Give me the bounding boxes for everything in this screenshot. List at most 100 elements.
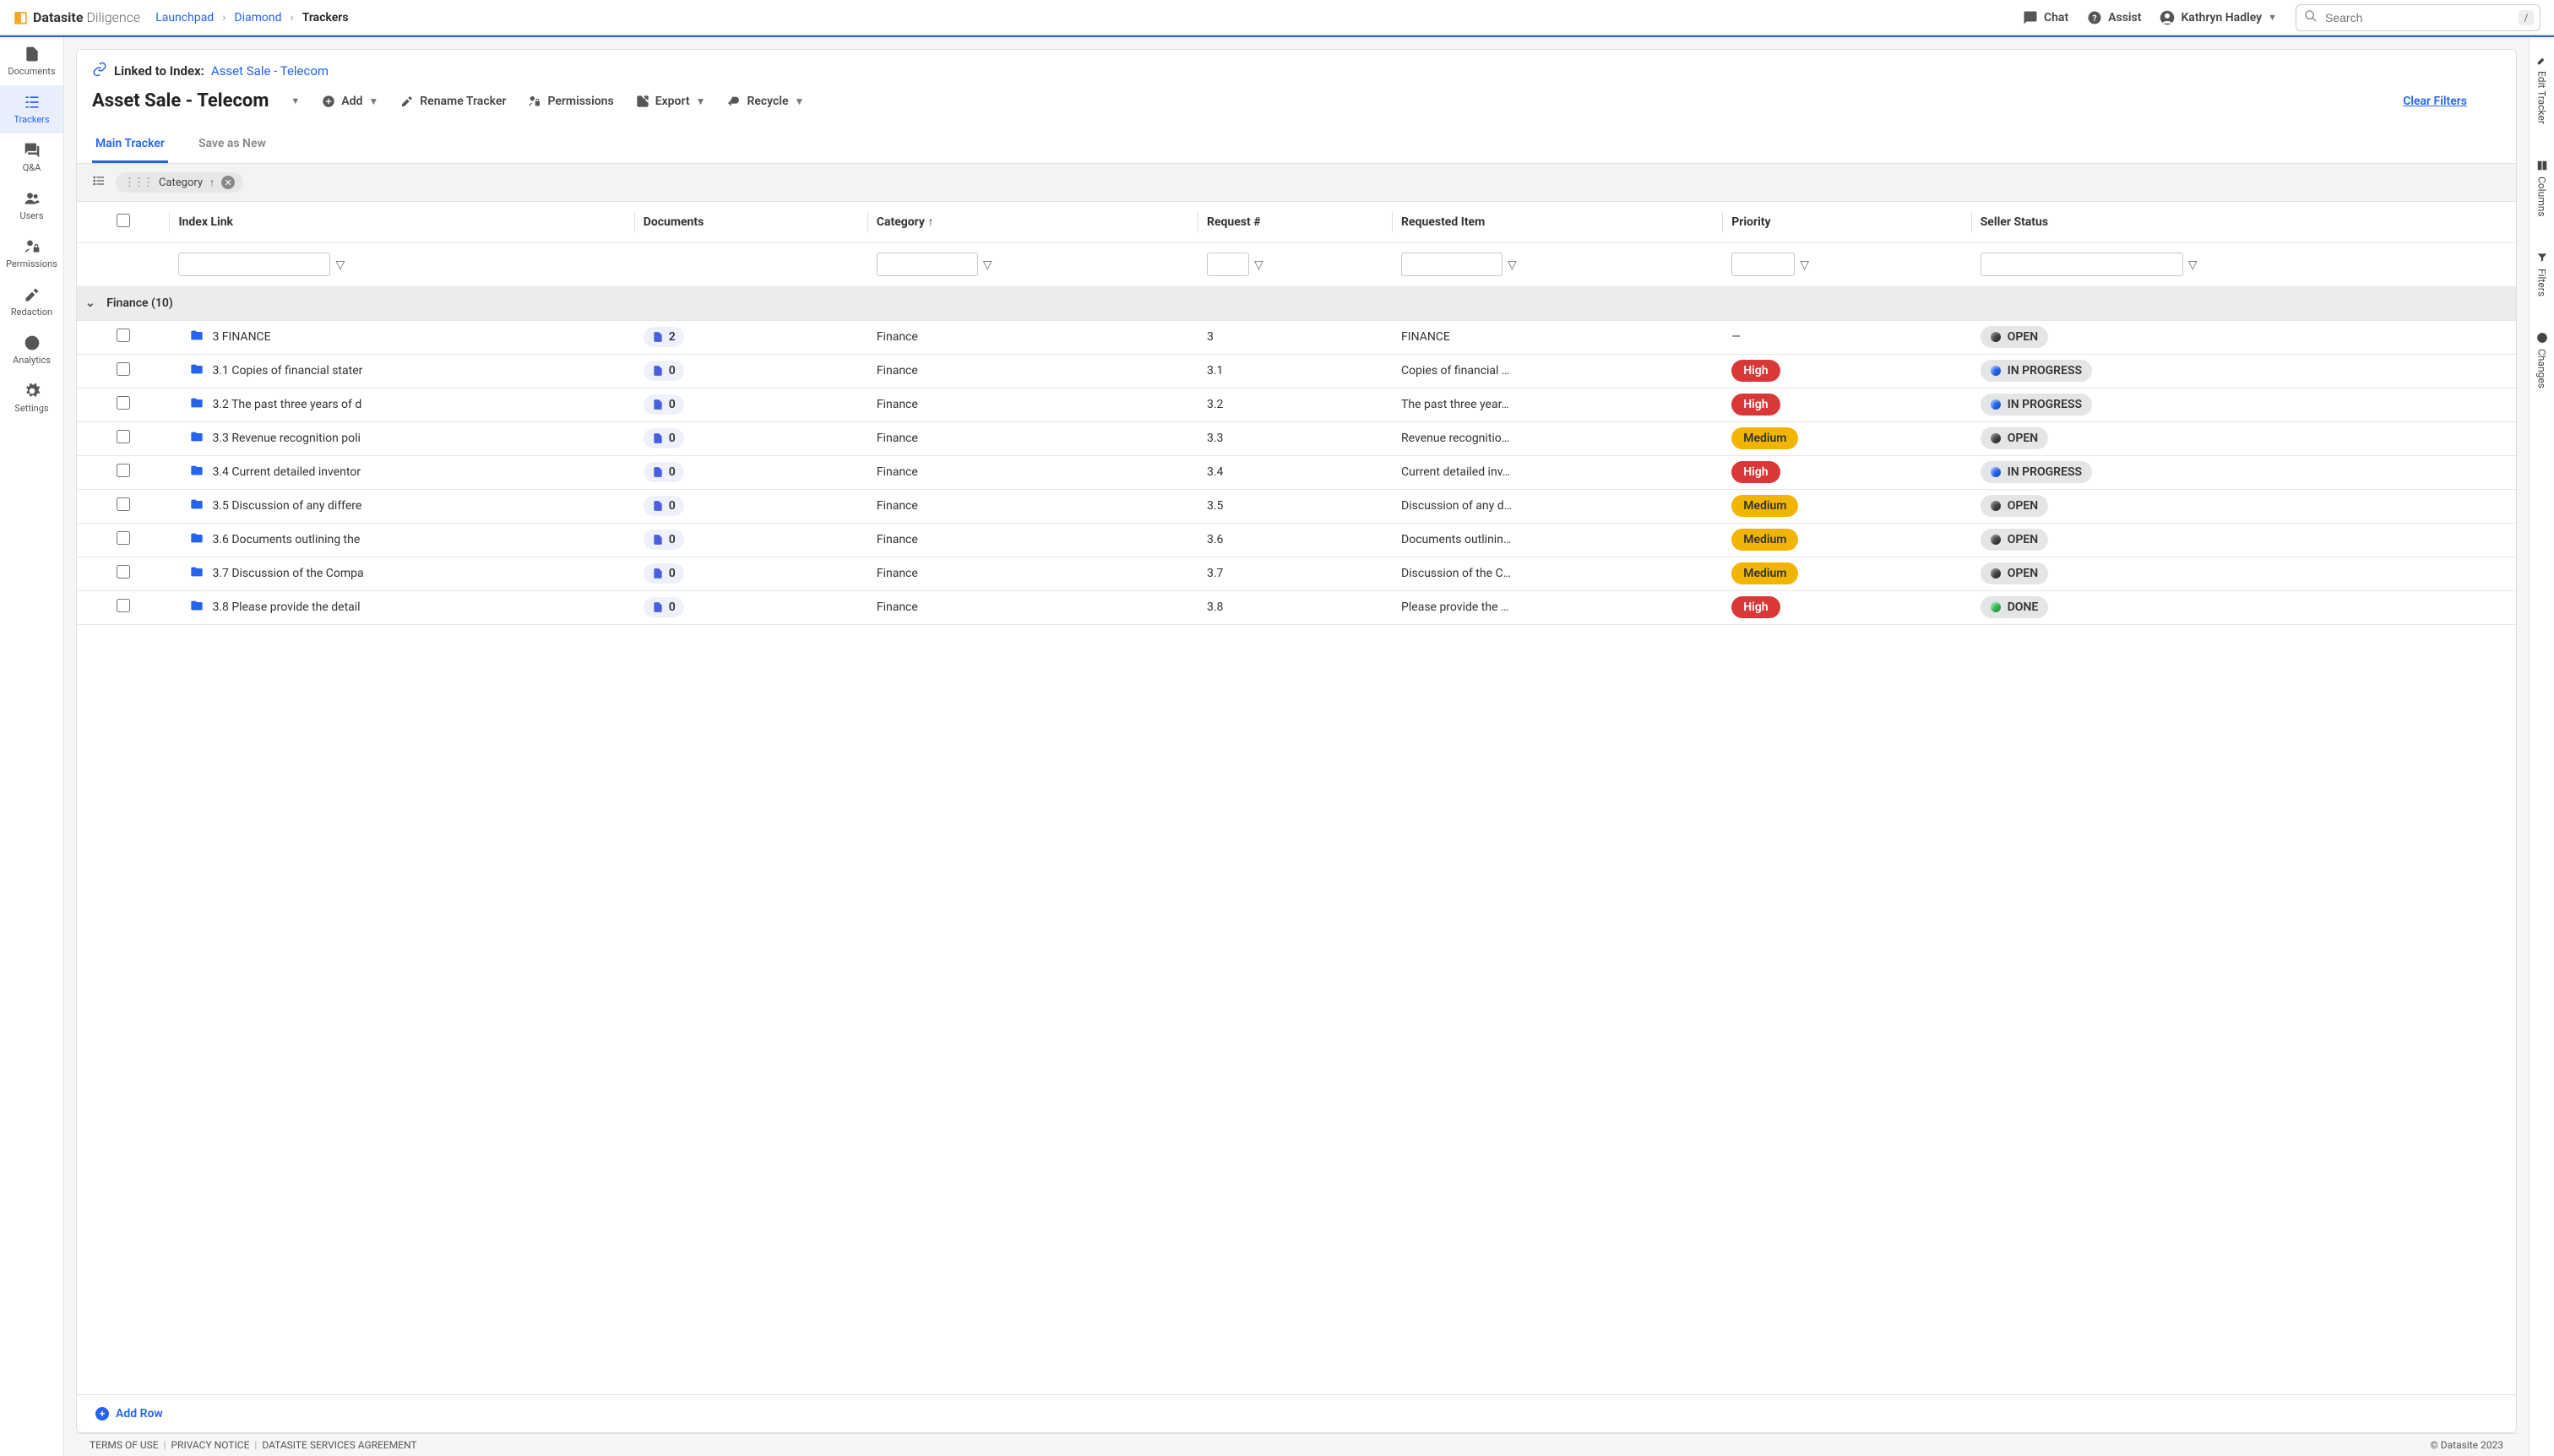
table-row[interactable]: 3.4 Current detailed inventor 0 Finance … xyxy=(77,455,2516,489)
table-row[interactable]: 3.5 Discussion of any differe 0 Finance … xyxy=(77,489,2516,523)
chat-button[interactable]: Chat xyxy=(2023,10,2068,25)
row-checkbox[interactable] xyxy=(117,565,130,579)
status-badge[interactable]: OPEN xyxy=(1981,326,2048,348)
priority-badge[interactable]: High xyxy=(1731,461,1780,483)
row-checkbox[interactable] xyxy=(117,464,130,477)
sidebar-item-settings[interactable]: Settings xyxy=(0,374,63,422)
index-link-cell[interactable]: 3 FINANCE xyxy=(178,329,626,345)
filter-icon[interactable]: ▽ xyxy=(1508,258,1517,272)
documents-pill[interactable]: 0 xyxy=(644,496,684,516)
table-row[interactable]: 3.6 Documents outlining the 0 Finance 3.… xyxy=(77,523,2516,557)
documents-pill[interactable]: 0 xyxy=(644,428,684,448)
footer-dsa[interactable]: DATASITE SERVICES AGREEMENT xyxy=(262,1439,416,1451)
col-requested-item[interactable]: Requested Item xyxy=(1401,215,1485,229)
row-checkbox[interactable] xyxy=(117,531,130,545)
status-badge[interactable]: OPEN xyxy=(1981,529,2048,551)
filter-category[interactable] xyxy=(877,253,978,276)
tab-save-as-new[interactable]: Save as New xyxy=(195,127,269,163)
select-all-checkbox[interactable] xyxy=(117,214,130,227)
row-checkbox[interactable] xyxy=(117,599,130,612)
documents-pill[interactable]: 0 xyxy=(644,462,684,482)
col-index-link[interactable]: Index Link xyxy=(178,215,233,229)
index-link-cell[interactable]: 3.7 Discussion of the Compa xyxy=(178,565,626,582)
documents-pill[interactable]: 2 xyxy=(644,327,684,347)
status-badge[interactable]: IN PROGRESS xyxy=(1981,360,2092,382)
filter-icon[interactable]: ▽ xyxy=(2188,258,2198,272)
sidebar-item-qa[interactable]: Q&A xyxy=(0,133,63,182)
index-link-cell[interactable]: 3.8 Please provide the detail xyxy=(178,599,626,616)
filter-status[interactable] xyxy=(1981,253,2183,276)
search-input[interactable] xyxy=(2296,4,2540,31)
documents-pill[interactable]: 0 xyxy=(644,361,684,381)
tab-main-tracker[interactable]: Main Tracker xyxy=(92,127,168,163)
status-badge[interactable]: IN PROGRESS xyxy=(1981,461,2092,483)
index-link-cell[interactable]: 3.6 Documents outlining the xyxy=(178,531,626,548)
user-menu[interactable]: Kathryn Hadley ▼ xyxy=(2160,10,2277,25)
row-checkbox[interactable] xyxy=(117,329,130,342)
priority-badge[interactable]: Medium xyxy=(1731,495,1798,517)
rail-changes[interactable]: Changes xyxy=(2536,332,2548,388)
export-button[interactable]: Export ▼ xyxy=(636,95,706,108)
rail-filters[interactable]: Filters xyxy=(2536,252,2548,296)
recycle-button[interactable]: Recycle ▼ xyxy=(727,95,804,108)
table-row[interactable]: 3 FINANCE 2 Finance 3 FINANCE — OPEN xyxy=(77,320,2516,354)
sidebar-item-analytics[interactable]: Analytics xyxy=(0,326,63,374)
priority-badge[interactable]: Medium xyxy=(1731,427,1798,449)
sort-up-icon[interactable]: ↑ xyxy=(209,177,215,188)
sidebar-item-permissions[interactable]: Permissions xyxy=(0,230,63,278)
priority-badge[interactable]: High xyxy=(1731,394,1780,416)
filter-icon[interactable]: ▽ xyxy=(1254,258,1263,272)
breadcrumb-project[interactable]: Diamond xyxy=(234,11,281,24)
row-checkbox[interactable] xyxy=(117,430,130,443)
breadcrumb-launchpad[interactable]: Launchpad xyxy=(155,11,214,24)
priority-badge[interactable]: High xyxy=(1731,360,1780,382)
index-link-cell[interactable]: 3.4 Current detailed inventor xyxy=(178,464,626,481)
linked-target-link[interactable]: Asset Sale - Telecom xyxy=(211,63,329,79)
col-seller-status[interactable]: Seller Status xyxy=(1981,215,2048,229)
documents-pill[interactable]: 0 xyxy=(644,530,684,550)
filter-request[interactable] xyxy=(1207,253,1249,276)
footer-terms[interactable]: TERMS OF USE xyxy=(90,1439,159,1451)
status-badge[interactable]: OPEN xyxy=(1981,427,2048,449)
col-documents[interactable]: Documents xyxy=(644,215,704,229)
table-row[interactable]: 3.8 Please provide the detail 0 Finance … xyxy=(77,590,2516,624)
filter-priority[interactable] xyxy=(1731,253,1795,276)
remove-group-button[interactable]: ✕ xyxy=(221,176,235,189)
documents-pill[interactable]: 0 xyxy=(644,394,684,415)
filter-icon[interactable]: ▽ xyxy=(335,258,345,272)
add-row-button[interactable]: + Add Row xyxy=(95,1407,163,1421)
filter-icon[interactable]: ▽ xyxy=(983,258,992,272)
priority-badge[interactable]: Medium xyxy=(1731,562,1798,584)
status-badge[interactable]: IN PROGRESS xyxy=(1981,394,2092,416)
footer-privacy[interactable]: PRIVACY NOTICE xyxy=(171,1439,249,1451)
add-button[interactable]: Add ▼ xyxy=(322,95,378,108)
priority-badge[interactable]: High xyxy=(1731,596,1780,618)
documents-pill[interactable]: 0 xyxy=(644,563,684,584)
group-row-finance[interactable]: ⌄ Finance (10) xyxy=(77,286,2516,320)
table-row[interactable]: 3.1 Copies of financial stater 0 Finance… xyxy=(77,354,2516,388)
col-priority[interactable]: Priority xyxy=(1731,215,1770,229)
filter-index[interactable] xyxy=(178,253,330,276)
index-link-cell[interactable]: 3.1 Copies of financial stater xyxy=(178,362,626,379)
rail-columns[interactable]: Columns xyxy=(2536,160,2548,217)
list-view-icon[interactable] xyxy=(92,174,106,191)
chevron-down-icon[interactable]: ⌄ xyxy=(85,296,95,310)
documents-pill[interactable]: 0 xyxy=(644,597,684,617)
table-row[interactable]: 3.2 The past three years of d 0 Finance … xyxy=(77,388,2516,421)
sidebar-item-documents[interactable]: Documents xyxy=(0,37,63,85)
priority-badge[interactable]: Medium xyxy=(1731,529,1798,551)
sidebar-item-users[interactable]: Users xyxy=(0,182,63,230)
drag-handle-icon[interactable]: ⋮⋮⋮ xyxy=(124,177,152,189)
sidebar-item-trackers[interactable]: Trackers xyxy=(0,85,63,133)
logo[interactable]: ◧ Datasite Diligence xyxy=(14,8,140,26)
sidebar-item-redaction[interactable]: Redaction xyxy=(0,278,63,326)
clear-filters-link[interactable]: Clear Filters xyxy=(2403,95,2467,108)
title-dropdown[interactable]: ▼ xyxy=(291,95,300,106)
assist-button[interactable]: ? Assist xyxy=(2087,10,2141,25)
rail-edit-tracker[interactable]: Edit Tracker xyxy=(2536,54,2548,124)
index-link-cell[interactable]: 3.2 The past three years of d xyxy=(178,396,626,413)
status-badge[interactable]: OPEN xyxy=(1981,495,2048,517)
filter-item[interactable] xyxy=(1401,253,1503,276)
col-request-no[interactable]: Request # xyxy=(1207,215,1261,229)
filter-icon[interactable]: ▽ xyxy=(1800,258,1809,272)
